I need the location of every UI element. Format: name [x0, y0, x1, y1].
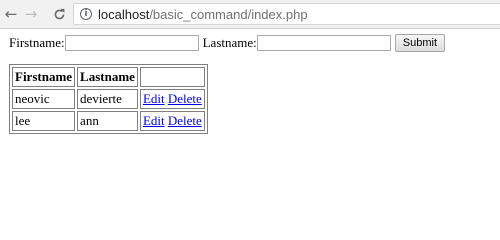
- table-row: neovic devierte Edit Delete: [12, 89, 205, 109]
- edit-link[interactable]: Edit: [143, 113, 165, 128]
- url-host: localhost: [98, 6, 150, 22]
- cell-actions: Edit Delete: [139, 111, 205, 131]
- header-actions: [139, 67, 205, 87]
- address-bar[interactable]: i localhost/basic_command/index.php: [73, 3, 500, 25]
- url-path: /basic_command/index.php: [149, 6, 308, 22]
- table-row: lee ann Edit Delete: [12, 111, 205, 131]
- reload-glyph: [54, 8, 64, 19]
- lastname-label: Lastname:: [202, 35, 257, 50]
- info-icon[interactable]: i: [80, 8, 92, 20]
- delete-link[interactable]: Delete: [168, 91, 202, 106]
- firstname-field[interactable]: [64, 35, 199, 51]
- arrow-right-icon[interactable]: →: [22, 5, 40, 23]
- lastname-field[interactable]: [256, 35, 391, 51]
- submit-button[interactable]: Submit: [394, 34, 446, 52]
- cell-firstname: lee: [12, 111, 76, 131]
- arrow-left-icon[interactable]: ←: [2, 5, 20, 23]
- cell-actions: Edit Delete: [139, 89, 205, 109]
- add-member-form: Firstname: Lastname: Submit: [9, 34, 446, 52]
- edit-link[interactable]: Edit: [143, 91, 165, 106]
- table-header-row: Firstname Lastname: [12, 67, 205, 87]
- delete-link[interactable]: Delete: [168, 113, 202, 128]
- header-lastname: Lastname: [77, 67, 138, 87]
- cell-lastname: devierte: [77, 89, 138, 109]
- firstname-label: Firstname:: [9, 35, 65, 50]
- members-table: Firstname Lastname neovic devierte Edit …: [9, 64, 208, 134]
- url-text[interactable]: localhost/basic_command/index.php: [98, 7, 308, 22]
- cell-firstname: neovic: [12, 89, 76, 109]
- cell-lastname: ann: [77, 111, 138, 131]
- reload-icon[interactable]: [50, 5, 68, 23]
- browser-toolbar: ← → i localhost/basic_command/index.php: [0, 0, 500, 29]
- header-firstname: Firstname: [12, 67, 76, 87]
